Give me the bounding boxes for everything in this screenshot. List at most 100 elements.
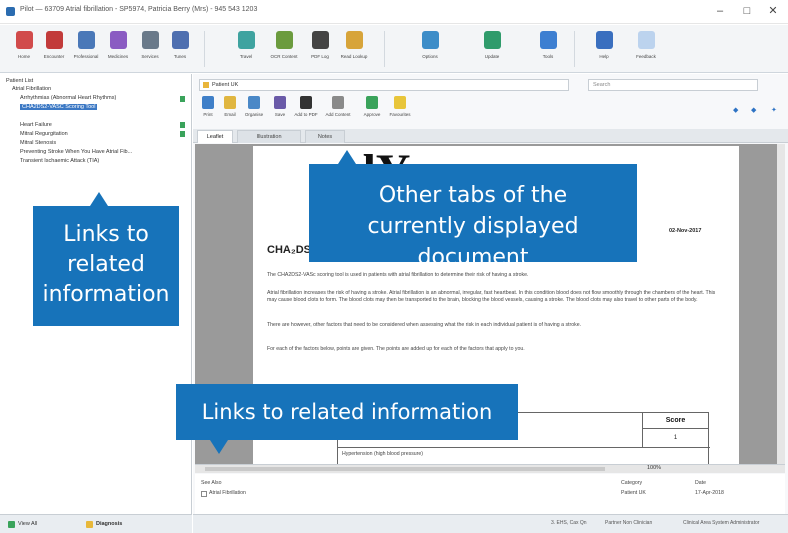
tree-item-patient-list[interactable]: Patient List <box>6 78 33 84</box>
document-paragraph: Atrial fibrillation increases the risk o… <box>267 290 716 303</box>
email-button[interactable]: Email <box>219 96 241 128</box>
save-button[interactable]: Save <box>269 96 291 128</box>
date-value: 17-Apr-2018 <box>695 490 724 496</box>
ribbon-travel-button[interactable]: Travel <box>232 29 260 69</box>
status-segment: Partner Non Clinician <box>605 520 653 526</box>
favourites-button[interactable]: Favourites <box>389 96 411 128</box>
tree-item-mitral-stenosis[interactable]: Mitral Stenosis <box>20 140 56 146</box>
ribbon-home-button[interactable]: Home <box>10 29 38 69</box>
window-title: Pilot — 63709 Atrial fibrillation - SP59… <box>20 6 258 13</box>
forward-arrow-icon[interactable]: ◆ <box>751 106 756 114</box>
document-paragraph: The CHA2DS2-VASc scoring tool is used in… <box>267 272 529 278</box>
tree-item-mitral-regurgitation[interactable]: Mitral Regurgitation <box>20 131 68 137</box>
category-header: Category <box>621 480 643 486</box>
callout-arrow <box>210 440 228 454</box>
folder-icon <box>203 82 209 88</box>
organise-icon <box>248 96 260 109</box>
app-icon <box>6 7 15 16</box>
options-icon <box>422 31 439 49</box>
tab-illustration[interactable]: Illustration <box>237 130 301 143</box>
see-also-panel: See Also Atrial Fibrillation Category Pa… <box>195 474 785 514</box>
ribbon-options-button[interactable]: Options <box>416 29 444 69</box>
car-icon <box>142 31 159 49</box>
callout-arrow <box>338 150 356 164</box>
ribbon-read-lookup-button[interactable]: Read Lookup <box>340 29 368 69</box>
person-icon <box>300 96 312 109</box>
zoom-level[interactable]: 100% <box>647 465 661 471</box>
pill-icon <box>110 31 127 49</box>
maximize-button[interactable]: □ <box>739 4 755 18</box>
stethoscope-icon <box>78 31 95 49</box>
horizontal-scrollbar[interactable]: 100% <box>195 464 785 473</box>
refresh-icon[interactable]: ✦ <box>771 106 777 114</box>
callout-bottom-links: Links to related information <box>176 384 518 440</box>
category-value: Patient UK <box>621 490 646 496</box>
ribbon-update-button[interactable]: Update <box>478 29 506 69</box>
see-also-link[interactable]: Atrial Fibrillation <box>201 490 246 497</box>
vertical-scrollbar[interactable] <box>777 144 785 464</box>
tree-item-tia[interactable]: Transient Ischaemic Attack (TIA) <box>20 158 99 164</box>
scroll-thumb[interactable] <box>205 467 605 471</box>
ribbon-separator <box>574 31 575 67</box>
ribbon-pdf-log-button[interactable]: PDF Log <box>306 29 334 69</box>
ribbon-professional-button[interactable]: Professional <box>72 29 100 69</box>
tab-diagnosis[interactable]: Diagnosis <box>84 518 122 531</box>
first-aid-icon <box>46 31 63 49</box>
ribbon-ocr-content-button[interactable]: OCR Content <box>270 29 298 69</box>
flag-icon <box>180 122 185 128</box>
document-tabs: Leaflet Illustration Notes <box>193 129 788 143</box>
status-segment: Clinical Area System Administrator <box>683 520 760 526</box>
ribbon-medicines-button[interactable]: Medicines <box>104 29 132 69</box>
organise-button[interactable]: Organise <box>243 96 265 128</box>
person-icon <box>312 31 329 49</box>
document-date: 02-Nov-2017 <box>669 228 702 234</box>
tree-item-atrial-fibrillation[interactable]: Atrial Fibrillation <box>12 86 51 92</box>
tree-item-preventing-stroke[interactable]: Preventing Stroke When You Have Atrial F… <box>20 149 132 155</box>
people-icon <box>276 31 293 49</box>
ribbon-services-button[interactable]: Services <box>136 29 164 69</box>
tree-item-cha2ds2-vasc[interactable]: CHA2DS2-VASC Scoring Tool <box>20 104 98 110</box>
add-content-button[interactable]: Add Content <box>325 96 351 128</box>
ribbon-help-button[interactable]: Help <box>590 29 618 69</box>
flag-icon <box>180 131 185 137</box>
address-bar[interactable]: Patient UK <box>199 79 569 91</box>
help-icon <box>596 31 613 49</box>
pencil-icon <box>346 31 363 49</box>
ribbon-tunes-button[interactable]: Tunes <box>166 29 194 69</box>
add-to-pdf-button[interactable]: Add to PDF <box>294 96 318 128</box>
tree-item-arrhythmias[interactable]: Arrhythmias (Abnormal Heart Rhythms) <box>20 95 116 101</box>
score-header: Score <box>642 413 708 429</box>
ribbon-separator <box>204 31 205 67</box>
tree-item-heart-failure[interactable]: Heart Failure <box>20 122 52 128</box>
ribbon-encounter-button[interactable]: Encounter <box>40 29 68 69</box>
document-icon <box>201 491 207 497</box>
travel-icon <box>238 31 255 49</box>
score-row-label: Hypertension (high blood pressure) <box>342 451 424 457</box>
document-paragraph: For each of the factors below, points ar… <box>267 346 525 352</box>
save-icon <box>274 96 286 109</box>
star-icon <box>394 96 406 109</box>
document-pane: Patient UK Search Print Email Organise S… <box>193 74 788 514</box>
status-segment: 3. EHS, Cax Qn <box>551 520 587 526</box>
left-pane-tabs: View All Diagnosis <box>0 514 192 533</box>
callout-other-tabs: Other tabs of the currently displayed do… <box>309 164 637 270</box>
ribbon-feedback-button[interactable]: Feedback <box>632 29 660 69</box>
close-button[interactable]: ✕ <box>765 4 781 18</box>
callout-arrow <box>90 192 108 206</box>
print-icon <box>202 96 214 109</box>
tab-leaflet[interactable]: Leaflet <box>197 130 233 143</box>
minimize-button[interactable]: – <box>712 4 728 18</box>
tools-icon <box>172 31 189 49</box>
print-button[interactable]: Print <box>197 96 219 128</box>
email-icon <box>224 96 236 109</box>
tab-view-all[interactable]: View All <box>6 518 37 531</box>
tab-notes[interactable]: Notes <box>305 130 345 143</box>
ribbon-tools-button[interactable]: Tools <box>534 29 562 69</box>
status-bar: 3. EHS, Cax Qn Partner Non Clinician Cli… <box>193 514 788 533</box>
approve-button[interactable]: Approve <box>361 96 383 128</box>
search-input[interactable]: Search <box>588 79 758 91</box>
feedback-icon <box>638 31 655 49</box>
list-icon <box>8 521 15 528</box>
back-arrow-icon[interactable]: ◆ <box>733 106 738 114</box>
content-icon <box>332 96 344 109</box>
